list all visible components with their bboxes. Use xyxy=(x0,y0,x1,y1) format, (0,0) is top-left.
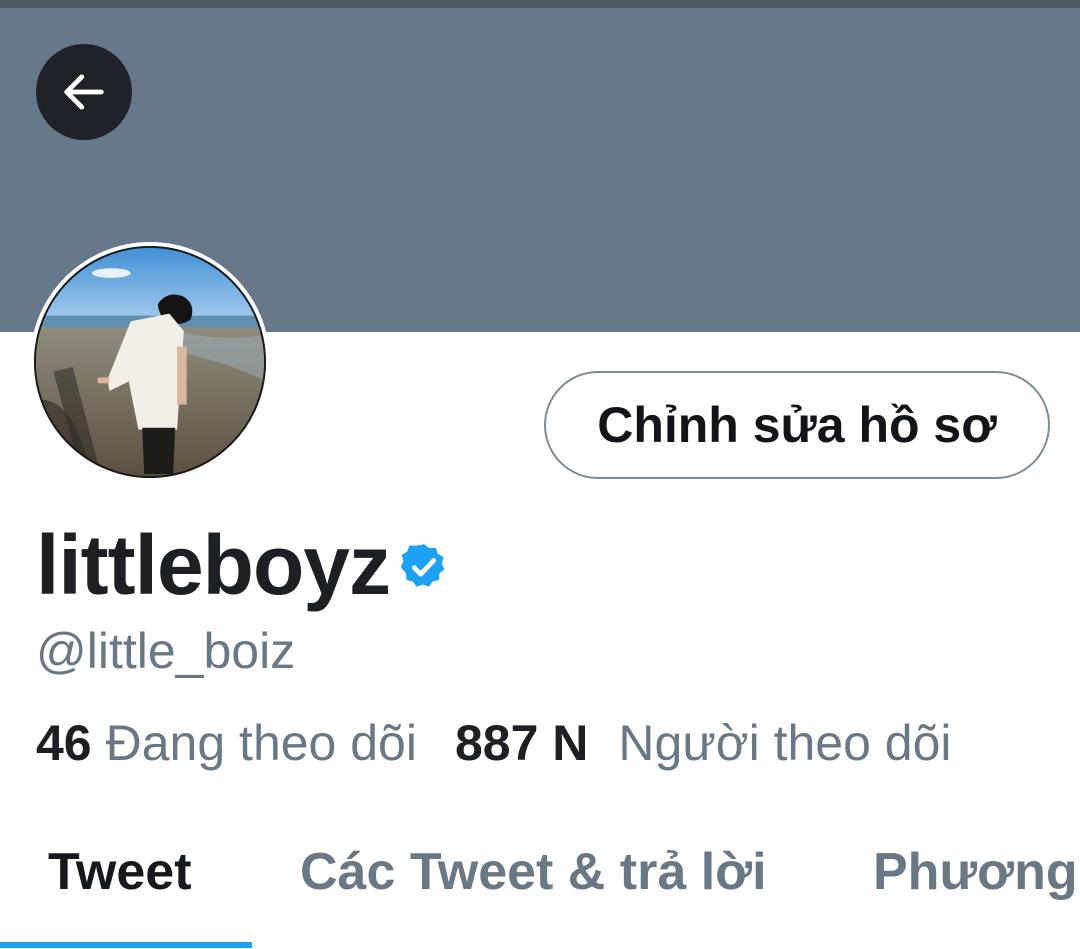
profile-screen: Chỉnh sửa hồ sơ littleboyz @little_boiz … xyxy=(0,0,1080,949)
followers-label[interactable]: Người theo dõi xyxy=(618,714,951,772)
following-label[interactable]: Đang theo dõi xyxy=(106,714,417,772)
display-name: littleboyz xyxy=(36,517,391,612)
followers-count[interactable]: 887 N xyxy=(455,714,588,772)
arrow-left-icon xyxy=(64,74,104,110)
profile-photo xyxy=(34,246,266,478)
tab-media[interactable]: Phương xyxy=(873,842,1078,902)
following-count[interactable]: 46 xyxy=(36,714,92,772)
user-handle: @little_boiz xyxy=(36,623,296,679)
active-tab-indicator xyxy=(0,942,252,948)
name-row: littleboyz xyxy=(36,510,450,620)
verified-badge-icon xyxy=(398,541,450,593)
follow-stats: 46 Đang theo dõi 887 N Người theo dõi xyxy=(36,708,952,778)
tab-tweets[interactable]: Tweet xyxy=(48,842,192,902)
tab-tweets-and-replies[interactable]: Các Tweet & trả lời xyxy=(300,842,767,902)
profile-tabs: Tweet Các Tweet & trả lời Phương xyxy=(0,812,1080,949)
avatar[interactable] xyxy=(30,242,270,482)
status-strip xyxy=(0,0,1080,8)
edit-profile-button[interactable]: Chỉnh sửa hồ sơ xyxy=(544,371,1050,479)
back-button[interactable] xyxy=(36,44,132,140)
